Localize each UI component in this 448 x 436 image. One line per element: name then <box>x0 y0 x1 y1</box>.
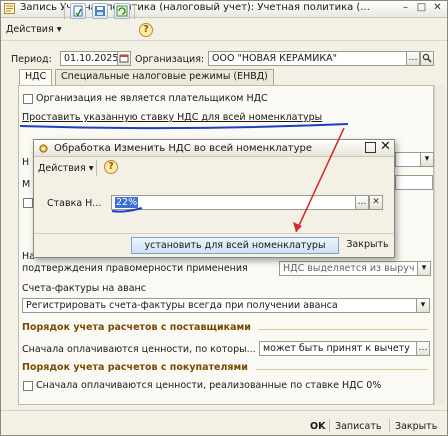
vat-allocated-field[interactable]: НДС выделяется из выруч <box>279 261 418 276</box>
actions-menu[interactable]: Действия ▾ <box>6 24 62 35</box>
footer-separator <box>329 419 330 432</box>
select-button[interactable]: … <box>406 51 420 66</box>
rate-label: Ставка Н... <box>47 198 102 209</box>
close-button[interactable]: Закрыть <box>395 421 437 432</box>
dropdown-icon[interactable]: ▾ <box>420 152 434 167</box>
search-icon[interactable] <box>420 51 434 66</box>
calendar-icon[interactable] <box>117 51 131 66</box>
period-field[interactable]: 01.10.2025 <box>60 51 118 66</box>
clear-icon[interactable]: ✕ <box>369 195 383 210</box>
footer-separator <box>389 419 390 432</box>
suppliers-field[interactable]: может быть принят к вычету <box>259 341 417 356</box>
not-vat-payer-checkbox[interactable] <box>23 94 33 104</box>
advance-invoices-label: Счета-фактуры на аванс <box>22 283 146 294</box>
close-icon[interactable]: ✕ <box>380 139 391 154</box>
section-divider <box>256 369 428 370</box>
toolbar-separator <box>96 160 97 176</box>
save-and-close-icon[interactable] <box>70 3 86 19</box>
actions-label: Действия <box>38 163 86 174</box>
tab-special-regimes[interactable]: Специальные налоговые режимы (ЕНВД) <box>55 69 274 85</box>
dialog-close-button[interactable]: Закрыть <box>343 237 392 254</box>
rate-field[interactable]: 22% <box>111 195 356 210</box>
partial-label: Н <box>22 157 30 168</box>
hidden-checkbox[interactable] <box>23 198 33 208</box>
actions-label: Действия <box>6 24 54 35</box>
dialog-actions-menu[interactable]: Действия ▾ <box>38 163 94 174</box>
help-icon[interactable]: ? <box>139 23 153 37</box>
partial-label: М <box>22 179 31 190</box>
dropdown-icon[interactable]: ▾ <box>416 298 430 313</box>
form-icon <box>4 3 15 14</box>
buyers-section-title: Порядок учета расчетов с покупателями <box>22 362 248 373</box>
select-button[interactable]: … <box>416 341 430 356</box>
ok-button[interactable]: OK <box>310 421 325 432</box>
section-divider <box>258 329 428 330</box>
dialog-title: Обработка Изменить НДС во всей номенклат… <box>54 143 312 154</box>
save-icon[interactable] <box>92 3 108 19</box>
partial-field[interactable] <box>395 175 433 190</box>
apply-to-all-button[interactable]: установить для всей номенклатуры <box>131 237 339 254</box>
toolbar-separator <box>134 3 135 19</box>
period-label: Период: <box>11 54 52 65</box>
advance-invoices-field[interactable]: Регистрировать счета-фактуры всегда при … <box>22 298 417 313</box>
dialog-divider <box>34 233 394 234</box>
footer-divider <box>1 410 447 411</box>
confirmation-label: подтверждения правомерности применения <box>22 263 248 274</box>
buyers-label: Сначала оплачиваются ценности, реализова… <box>36 380 382 391</box>
toolbar-separator <box>64 3 65 19</box>
close-icon[interactable]: ✕ <box>431 2 444 15</box>
buyers-checkbox[interactable] <box>23 381 33 391</box>
not-vat-payer-label: Организация не является плательщиком НДС <box>36 93 268 104</box>
chevron-down-icon: ▾ <box>56 24 62 35</box>
organization-field[interactable]: ООО "НОВАЯ КЕРАМИКА" <box>208 51 407 66</box>
save-button[interactable]: Записать <box>335 421 381 432</box>
refresh-icon[interactable] <box>114 3 130 19</box>
maximize-icon[interactable] <box>365 142 376 153</box>
rate-value: 22% <box>115 197 139 208</box>
minimize-icon[interactable]: – <box>399 2 412 15</box>
set-rate-link[interactable]: Проставить указанную ставку НДС для всей… <box>22 112 322 123</box>
scrollbar[interactable] <box>434 85 444 405</box>
tab-vat[interactable]: НДС <box>19 69 53 85</box>
help-icon[interactable]: ? <box>104 160 118 174</box>
chevron-down-icon: ▾ <box>88 163 94 174</box>
suppliers-label: Сначала оплачиваются ценности, по которы… <box>22 344 256 355</box>
toolbar <box>1 19 447 41</box>
maximize-icon[interactable]: □ <box>415 2 428 15</box>
suppliers-section-title: Порядок учета расчетов с поставщиками <box>22 322 251 333</box>
gear-icon <box>39 144 48 153</box>
organization-label: Организация: <box>135 54 205 65</box>
select-button[interactable]: … <box>355 195 369 210</box>
dropdown-icon[interactable]: ▾ <box>417 261 431 276</box>
partial-field[interactable] <box>395 152 421 167</box>
